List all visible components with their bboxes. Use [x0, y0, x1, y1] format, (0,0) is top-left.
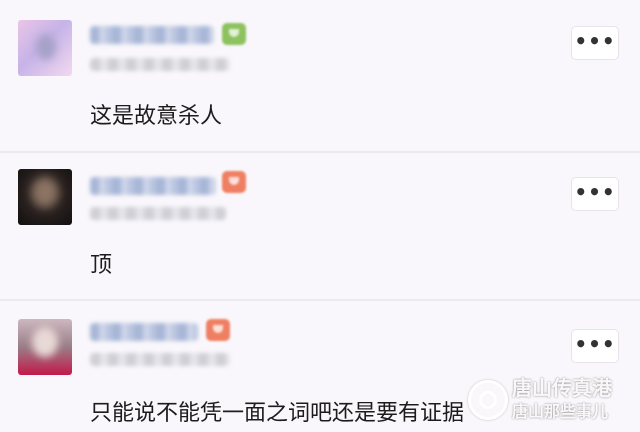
comment-text: 只能说不能凭一面之词吧还是要有证据	[90, 401, 465, 426]
comment-text: 这是故意杀人	[90, 104, 223, 129]
comment-text: 顶	[90, 253, 113, 278]
username-blurred[interactable]	[90, 323, 198, 341]
timestamp-blurred	[90, 207, 226, 220]
watermark: 唐山传真港 唐山那些事儿	[468, 368, 640, 432]
comment-item: ••• 这是故意杀人	[0, 0, 640, 151]
timestamp-blurred	[90, 353, 230, 366]
avatar[interactable]	[18, 319, 72, 375]
watermark-subtitle: 唐山那些事儿	[512, 402, 609, 421]
username-blurred[interactable]	[90, 26, 214, 44]
comment-item: ••• 顶	[0, 153, 640, 299]
more-options-button[interactable]: •••	[571, 177, 619, 211]
avatar[interactable]	[18, 169, 72, 225]
level-badge-icon	[222, 23, 246, 45]
username-blurred[interactable]	[90, 177, 216, 195]
more-options-button[interactable]: •••	[571, 329, 619, 363]
timestamp-blurred	[90, 58, 230, 71]
watermark-logo-icon	[468, 380, 508, 420]
watermark-title: 唐山传真港	[512, 376, 612, 400]
level-badge-icon	[206, 319, 230, 341]
avatar[interactable]	[18, 20, 72, 76]
more-options-button[interactable]: •••	[571, 26, 619, 60]
level-badge-icon	[222, 171, 246, 193]
